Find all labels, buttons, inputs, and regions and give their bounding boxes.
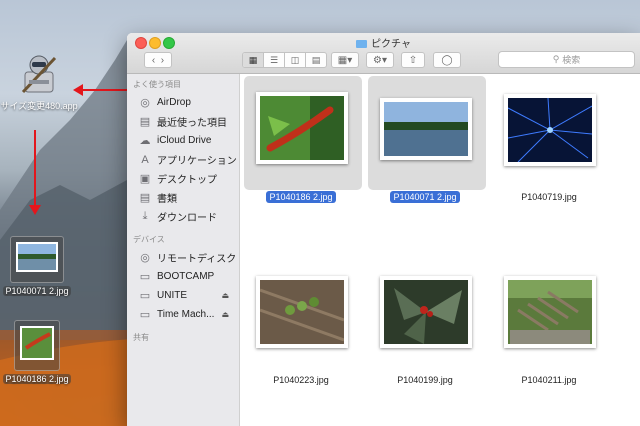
drive-icon: ▭ xyxy=(139,309,151,321)
sidebar-item-recents[interactable]: ▤ 最近使った項目 xyxy=(127,112,239,131)
sidebar-heading-favorites: よく使う項目 xyxy=(133,80,181,89)
title-bar: ピクチャ ‹ › ▦ ☰ ◫ ▤ ▦▾ ⚙▾ ⇧ ◯ ⚲ 検索 xyxy=(127,33,640,74)
desktop-file-label: P1040071 2.jpg xyxy=(3,286,71,296)
desktop-icon: ▣ xyxy=(139,173,151,185)
file-name: P1040071 2.jpg xyxy=(360,191,490,203)
sidebar-heading-devices: デバイス xyxy=(133,235,165,244)
applications-icon: A xyxy=(141,153,149,166)
group-icon: ▦▾ xyxy=(337,54,353,66)
sidebar-item-bootcamp[interactable]: ▭ BOOTCAMP xyxy=(127,267,239,286)
drag-arrow-head-left xyxy=(73,84,83,96)
file-name: P1040186 2.jpg xyxy=(236,191,366,203)
file-thumbnail xyxy=(380,276,472,348)
downloads-icon: ⤓ xyxy=(142,210,148,222)
search-placeholder: 検索 xyxy=(562,55,581,65)
documents-icon: ▤ xyxy=(139,192,151,204)
sidebar-item-unite[interactable]: ▭ UNITE ⏏ xyxy=(127,286,239,305)
sidebar-item-downloads[interactable]: ⤓ ダウンロード xyxy=(127,207,239,226)
window-title: ピクチャ xyxy=(127,35,640,50)
desktop-file-thumbnail xyxy=(10,236,64,283)
file-name: P1040719.jpg xyxy=(521,192,577,202)
file-grid: P1040186 2.jpg P1040071 2.jpg P1040719.j… xyxy=(240,74,640,426)
sidebar-item-remote-disc[interactable]: ◎ リモートディスク xyxy=(127,248,239,267)
drag-arrow-head-down xyxy=(29,205,41,215)
file-thumbnail xyxy=(380,98,472,160)
file-thumbnail xyxy=(256,276,348,348)
sidebar-item-airdrop[interactable]: ◎ AirDrop xyxy=(127,93,239,112)
forward-icon[interactable]: › xyxy=(161,55,164,66)
eject-icon[interactable]: ⏏ xyxy=(221,310,229,319)
tag-icon: ◯ xyxy=(441,54,453,66)
share-button[interactable]: ⇧ xyxy=(401,52,425,68)
back-forward-buttons[interactable]: ‹ › xyxy=(144,52,172,68)
file-item[interactable]: P1040223.jpg xyxy=(240,240,358,385)
view-mode-segment[interactable]: ▦ ☰ ◫ ▤ xyxy=(242,52,327,68)
file-name: P1040199.jpg xyxy=(397,375,453,385)
file-thumbnail xyxy=(504,276,596,348)
file-name: P1040223.jpg xyxy=(273,375,329,385)
search-icon: ⚲ xyxy=(552,54,560,64)
sidebar-heading-shared: 共有 xyxy=(133,333,149,342)
desktop-file-item[interactable]: P1040071 2.jpg xyxy=(1,236,73,296)
desktop-app-icon[interactable]: サイズ変更480.app xyxy=(0,52,78,112)
share-icon: ⇧ xyxy=(408,54,418,66)
file-name: P1040211.jpg xyxy=(521,375,577,385)
sidebar-item-time-machine[interactable]: ▭ Time Mach... ⏏ xyxy=(127,305,239,324)
list-view-icon[interactable]: ☰ xyxy=(264,53,285,67)
eject-icon[interactable]: ⏏ xyxy=(221,291,229,300)
desktop-file-thumbnail xyxy=(14,320,60,371)
folder-icon xyxy=(356,40,368,48)
sidebar-item-applications[interactable]: A アプリケーション xyxy=(127,150,239,169)
desktop-file-label: P1040186 2.jpg xyxy=(3,374,71,384)
back-icon[interactable]: ‹ xyxy=(152,55,155,66)
action-button[interactable]: ⚙▾ xyxy=(366,52,394,68)
file-thumbnail xyxy=(504,94,596,166)
file-item[interactable]: P1040186 2.jpg xyxy=(240,74,362,203)
sidebar: よく使う項目 ◎ AirDrop ▤ 最近使った項目 ☁ iCloud Drive A… xyxy=(127,74,240,426)
sidebar-item-icloud[interactable]: ☁ iCloud Drive xyxy=(127,131,239,150)
drive-icon: ▭ xyxy=(139,271,151,283)
gear-icon: ⚙▾ xyxy=(373,54,387,66)
sidebar-item-desktop[interactable]: ▣ デスクトップ xyxy=(127,169,239,188)
file-thumbnail xyxy=(256,92,348,164)
tag-button[interactable]: ◯ xyxy=(433,52,461,68)
group-button[interactable]: ▦▾ xyxy=(331,52,359,68)
gallery-view-icon[interactable]: ▤ xyxy=(306,53,326,67)
drag-arrow-vertical xyxy=(34,130,36,208)
airdrop-icon: ◎ xyxy=(140,97,150,109)
finder-window: ピクチャ ‹ › ▦ ☰ ◫ ▤ ▦▾ ⚙▾ ⇧ ◯ ⚲ 検索 よく使う項目 ◎… xyxy=(127,33,640,426)
automator-robot-icon xyxy=(21,55,57,94)
disc-icon: ◎ xyxy=(140,252,150,264)
file-item[interactable]: P1040211.jpg xyxy=(488,240,606,385)
icon-view-icon[interactable]: ▦ xyxy=(243,53,264,67)
cloud-icon: ☁ xyxy=(139,135,151,147)
sidebar-item-documents[interactable]: ▤ 書類 xyxy=(127,188,239,207)
file-item[interactable]: P1040199.jpg xyxy=(364,240,482,385)
desktop-file-item[interactable]: P1040186 2.jpg xyxy=(1,320,73,384)
search-field[interactable]: ⚲ 検索 xyxy=(498,51,635,68)
file-item[interactable]: P1040071 2.jpg xyxy=(364,74,486,203)
drive-icon: ▭ xyxy=(139,290,151,302)
recents-icon: ▤ xyxy=(139,116,151,128)
desktop-app-label: サイズ変更480.app xyxy=(0,101,78,111)
column-view-icon[interactable]: ◫ xyxy=(285,53,306,67)
file-item[interactable]: P1040719.jpg xyxy=(488,74,606,202)
